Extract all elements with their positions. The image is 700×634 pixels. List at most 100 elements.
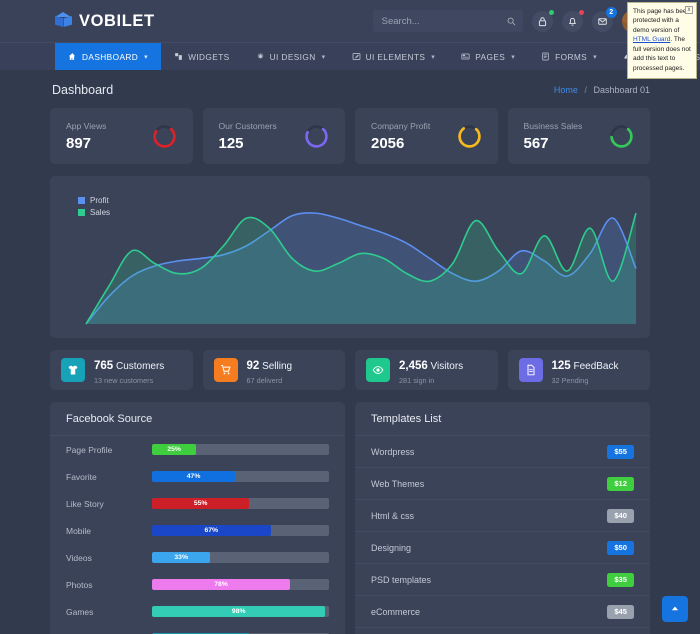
bell-icon-button[interactable] [561,9,584,32]
progress-track[interactable]: 47% [152,471,329,482]
progress-row: Photos 78% [50,571,345,598]
status-dot-red [578,9,584,15]
nav-item-dashboard[interactable]: DASHBOARD ▾ [55,43,162,70]
list-item[interactable]: CMS Themes $35 [355,628,650,634]
settings-icon [256,52,264,60]
page-title: Dashboard [52,83,114,97]
guard-text-1: This page has been protected with a demo… [633,8,691,34]
nav-item-ui-design[interactable]: UI DESIGN ▾ [243,43,339,70]
search-box[interactable] [372,10,523,32]
list-item[interactable]: Designing $50 [355,532,650,564]
html-guard-notice: x This page has been protected with a de… [627,2,697,79]
template-name: eCommerce [371,606,421,617]
stat-card[interactable]: Business Sales 567 [507,108,650,164]
nav-item-ui-elements[interactable]: UI ELEMENTS ▾ [339,43,449,70]
file-icon-wrapper [518,358,543,382]
template-name: Wordpress [371,446,415,457]
edit-icon [352,53,360,60]
progress-track[interactable]: 33% [152,552,329,563]
info-card[interactable]: 2,456 Visitors 281 sign in [355,350,498,390]
breadcrumb-home[interactable]: Home [554,85,578,95]
nav-item-widgets[interactable]: WIDGETS [161,43,243,70]
templates-list-rows: Wordpress $55 Web Themes $12 Html & css … [355,436,650,634]
html-guard-link[interactable]: HTML Guard [633,36,670,43]
facebook-source-list: Page Profile 25% Favorite 47% Like Story… [50,436,345,634]
progress-fill: 78% [152,579,291,590]
stat-value: 567 [523,134,549,152]
top-header: VOBILET Search... 2 x This page has been… [0,0,700,79]
lock-icon-button[interactable] [531,9,554,32]
progress-fill: 98% [152,606,326,617]
template-name: Html & css [371,510,415,521]
progress-track[interactable]: 67% [152,525,329,536]
nav-item-pages[interactable]: PAGES ▾ [448,43,528,70]
legend-label: Sales [90,208,111,217]
chevron-down-icon: ▾ [511,53,516,61]
list-item[interactable]: eCommerce $45 [355,596,650,628]
message-count-badge: 2 [605,6,617,18]
progress-row: Shares 55% [50,625,345,634]
bell-icon [568,17,576,26]
breadcrumb-current: Dashboard 01 [593,85,650,95]
chevron-down-icon: ▾ [593,53,598,61]
progress-ring-icon [610,124,633,148]
widgets-icon [175,53,182,60]
chart-legend: Profit Sales [78,196,110,220]
info-card[interactable]: 92 Selling 67 deliverd [202,350,345,390]
info-card-main: 765 Customers [94,359,165,372]
list-item[interactable]: Web Themes $12 [355,468,650,500]
progress-label: Like Story [66,498,104,509]
stat-value: 125 [218,134,244,152]
progress-row: Favorite 47% [50,463,345,490]
chevron-down-icon: ▾ [431,53,436,61]
info-card-sub: 281 sign in [399,375,435,385]
legend-item: Profit [78,196,110,205]
progress-label: Page Profile [66,444,113,455]
pages-icon [461,53,470,60]
nav-item-label: UI ELEMENTS [365,51,426,62]
progress-label: Videos [66,552,92,563]
list-item[interactable]: Wordpress $55 [355,436,650,468]
stat-label: Company Profit [371,120,431,131]
template-name: PSD templates [371,574,432,585]
nav-item-label: DASHBOARD [82,51,139,62]
progress-label: Games [66,606,94,617]
stat-cards-row: App Views 897 Our Customers 125 Company … [40,108,660,164]
price-badge: $50 [607,540,634,555]
price-badge: $35 [607,572,634,587]
progress-fill: 33% [152,552,211,563]
legend-swatch [78,197,85,204]
progress-track[interactable]: 98% [152,606,329,617]
stat-label: Business Sales [523,120,583,131]
close-icon[interactable]: x [685,6,693,14]
list-item[interactable]: PSD templates $35 [355,564,650,596]
brand-logo[interactable]: VOBILET [55,12,155,31]
stat-card[interactable]: Company Profit 2056 [355,108,498,164]
progress-fill: 55% [152,498,250,509]
nav-item-forms[interactable]: FORMS ▾ [528,43,610,70]
stat-card[interactable]: Our Customers 125 [202,108,345,164]
progress-ring-icon [457,124,481,148]
info-card-value: 2,456 [399,359,428,372]
info-card-main: 125 FeedBack [551,359,619,372]
stat-card[interactable]: App Views 897 [50,108,193,164]
list-item[interactable]: Html & css $40 [355,500,650,532]
cart-icon [220,364,231,375]
info-cards-row: 765 Customers 13 new customers 92 Sellin… [40,350,660,390]
chevron-down-icon: ▾ [144,53,149,61]
progress-fill: 25% [152,444,197,455]
info-card[interactable]: 765 Customers 13 new customers [50,350,193,390]
status-dot-green [548,9,554,15]
info-card-sub: 13 new customers [94,375,154,385]
progress-percent: 47% [186,473,201,480]
info-card[interactable]: 125 FeedBack 32 Pending [507,350,650,390]
progress-track[interactable]: 78% [152,579,329,590]
scroll-to-top-button[interactable] [662,596,688,622]
progress-percent: 25% [167,446,181,453]
envelope-icon-button[interactable]: 2 [591,6,617,32]
brand-name: VOBILET [79,11,155,30]
legend-swatch [78,209,85,216]
search-input[interactable] [372,15,498,27]
progress-track[interactable]: 25% [152,444,329,455]
progress-track[interactable]: 55% [152,498,329,509]
